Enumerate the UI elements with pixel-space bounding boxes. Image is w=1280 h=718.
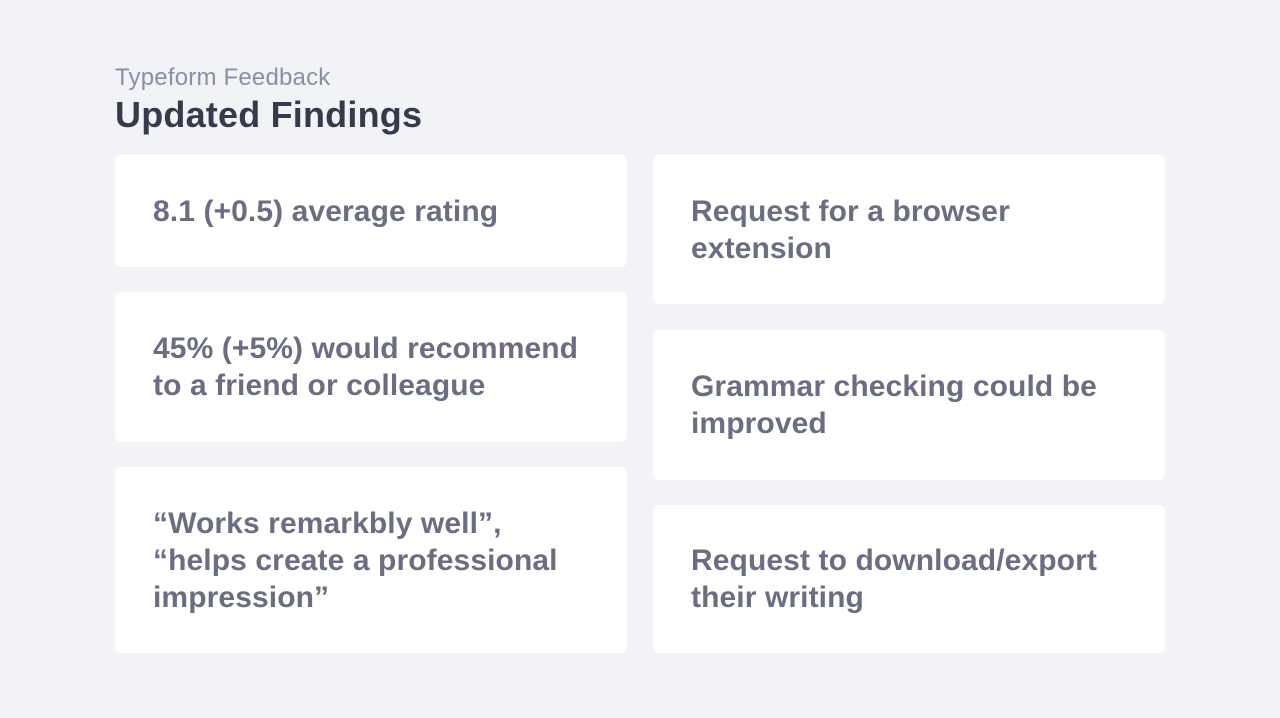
finding-text: Request for a browser extension xyxy=(691,194,1010,265)
finding-text: 45% (+5%) would recommend to a friend or… xyxy=(153,332,579,402)
finding-text: Request to download/export their writing xyxy=(691,544,1097,614)
finding-card-grammar-checking: Grammar checking could be improved xyxy=(653,330,1165,480)
finding-card-browser-extension: Request for a browser extension xyxy=(653,155,1165,304)
finding-text: “Works remarkbly well”, “helps create a … xyxy=(153,506,558,614)
slide-eyebrow: Typeform Feedback xyxy=(115,64,331,91)
finding-card-quotes: “Works remarkbly well”, “helps create a … xyxy=(115,467,627,653)
slide-title: Updated Findings xyxy=(115,94,423,135)
finding-text: 8.1 (+0.5) average rating xyxy=(153,194,499,228)
finding-card-recommend: 45% (+5%) would recommend to a friend or… xyxy=(115,292,627,442)
finding-card-average-rating: 8.1 (+0.5) average rating xyxy=(115,155,627,267)
finding-card-download-export: Request to download/export their writing xyxy=(653,505,1165,653)
finding-text: Grammar checking could be improved xyxy=(691,370,1097,440)
